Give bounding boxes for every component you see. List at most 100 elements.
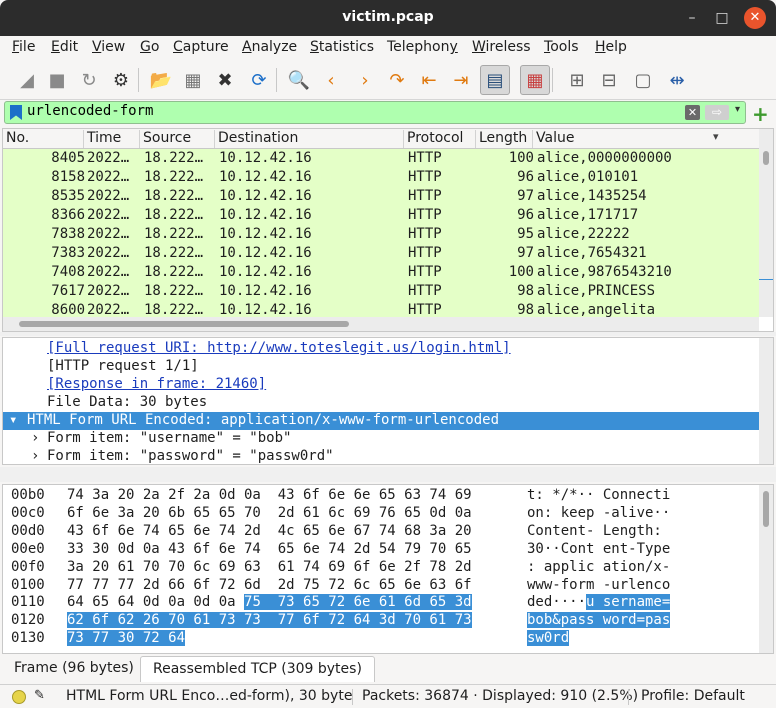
byte-ascii[interactable]: t: */*·· Connecti [527, 487, 670, 503]
close-button[interactable]: ✕ [744, 7, 766, 29]
menu-capture[interactable]: Capture [173, 39, 229, 55]
restart-capture-icon[interactable]: ↻ [74, 65, 104, 95]
packet-list-hscroll[interactable] [3, 317, 759, 331]
byte-ascii[interactable]: Content- Length: [527, 523, 670, 539]
details-line-selected[interactable]: ▾ HTML Form URL Encoded: application/x-ww… [3, 412, 759, 430]
maximize-button[interactable]: □ [712, 8, 732, 28]
menu-file[interactable]: File [12, 39, 35, 55]
bytes-vscroll[interactable] [759, 485, 773, 653]
column-header-destination[interactable]: Destination [214, 130, 298, 148]
menu-edit[interactable]: Edit [51, 39, 78, 55]
packet-row[interactable]: 8158 2022… 18.222… 10.12.42.16 HTTP 96 alice,0… [3, 168, 723, 187]
clear-filter-icon[interactable]: ✕ [685, 105, 700, 120]
pane-splitter[interactable] [0, 467, 776, 482]
apply-filter-button[interactable]: ⇨ [705, 105, 729, 120]
scroll-thumb[interactable] [19, 321, 349, 327]
filter-history-dropdown[interactable]: ▾ [735, 104, 740, 115]
scroll-thumb[interactable] [763, 491, 769, 527]
packet-bytes[interactable]: 00b0 74 3a 20 2a 2f 2a 0d 0a 43 6f 6e 6e … [2, 484, 774, 654]
packet-details[interactable]: [Full request URI: http://www.toteslegit… [2, 337, 774, 465]
packet-row[interactable]: 8535 2022… 18.222… 10.12.42.16 HTTP 97 alice,1… [3, 187, 723, 206]
reload-file-icon[interactable]: ⟳ [244, 65, 274, 95]
byte-ascii[interactable]: : applic ation/x- [527, 559, 670, 575]
minimize-button[interactable]: – [682, 8, 702, 28]
byte-hex[interactable]: 74 3a 20 2a 2f 2a 0d 0a 43 6f 6e 6e 65 6… [67, 487, 472, 503]
byte-hex[interactable]: 64 65 64 0d 0a 0d 0a [67, 594, 244, 610]
find-packet-icon[interactable]: 🔍 [284, 65, 314, 95]
menu-wireless[interactable]: Wireless [472, 39, 531, 55]
menu-analyze[interactable]: Analyze [242, 39, 297, 55]
go-forward-icon[interactable]: › [350, 65, 380, 95]
zoom-in-icon[interactable]: ⊞ [562, 65, 592, 95]
packet-list-vscroll[interactable] [759, 129, 773, 317]
byte-hex[interactable]: 3a 20 61 70 70 6c 69 63 61 74 69 6f 6e 2… [67, 559, 472, 575]
details-line[interactable]: File Data: 30 bytes [3, 394, 759, 412]
byte-hex[interactable]: 6f 6e 3a 20 6b 65 65 70 2d 61 6c 69 76 6… [67, 505, 472, 521]
byte-ascii-highlight[interactable]: u sername= [586, 594, 671, 611]
normal-size-icon[interactable]: ▢ [628, 65, 658, 95]
byte-hex[interactable]: 77 77 77 2d 66 6f 72 6d 2d 75 72 6c 65 6… [67, 577, 472, 593]
byte-ascii-highlight[interactable]: sw0rd [527, 630, 570, 647]
stop-capture-icon[interactable]: ■ [42, 65, 72, 95]
capture-options-icon[interactable]: ⚙ [106, 65, 136, 95]
details-line[interactable]: [HTTP request 1/1] [3, 358, 759, 376]
byte-ascii[interactable]: ded···· [527, 594, 586, 610]
expand-arrow-icon[interactable]: › [31, 430, 39, 446]
byte-ascii[interactable]: on: keep -alive·· [527, 505, 670, 521]
colorize-icon[interactable]: ▦ [520, 65, 550, 95]
go-back-icon[interactable]: ‹ [316, 65, 346, 95]
details-vscroll[interactable] [759, 338, 773, 464]
zoom-out-icon[interactable]: ⊟ [594, 65, 624, 95]
packet-row[interactable]: 7383 2022… 18.222… 10.12.42.16 HTTP 97 alice,7… [3, 244, 723, 263]
open-file-icon[interactable]: 📂 [146, 65, 176, 95]
packet-row[interactable]: 8405 2022… 18.222… 10.12.42.16 HTTP 100 alice,… [3, 149, 723, 168]
shark-fin-start-icon[interactable]: ◢ [12, 65, 42, 95]
details-link[interactable]: [Response in frame: 21460] [47, 376, 266, 392]
byte-hex-highlight[interactable]: 73 77 30 72 64 [67, 630, 186, 647]
go-last-icon[interactable]: ⇥ [446, 65, 476, 95]
go-first-icon[interactable]: ⇤ [414, 65, 444, 95]
column-header-time[interactable]: Time [83, 130, 121, 148]
save-file-icon[interactable]: ▦ [178, 65, 208, 95]
details-line[interactable]: › Form item: "password" = "passw0rd" [3, 448, 759, 464]
close-file-icon[interactable]: ✖ [210, 65, 240, 95]
details-line[interactable]: › Form item: "username" = "bob" [3, 430, 759, 448]
byte-ascii[interactable]: 30··Cont ent-Type [527, 541, 670, 557]
column-header-value[interactable]: Value [532, 130, 574, 148]
add-filter-button[interactable]: + [752, 102, 769, 126]
menu-go[interactable]: Go [140, 39, 159, 55]
pane-splitter[interactable] [0, 332, 776, 336]
bookmark-icon[interactable] [10, 105, 22, 120]
tab-frame[interactable]: Frame (96 bytes) [2, 656, 146, 682]
display-filter-bar[interactable]: urlencoded-form ✕ ⇨ ▾ [4, 101, 746, 124]
expert-info-icon[interactable] [12, 690, 26, 704]
packet-list[interactable]: No. Time Source Destination Protocol Length Va… [2, 128, 774, 332]
byte-ascii[interactable]: www-form -urlenco [527, 577, 670, 593]
byte-ascii-highlight[interactable]: bob&pass word=pas [527, 612, 671, 629]
filter-input[interactable]: urlencoded-form [27, 103, 153, 119]
byte-hex[interactable]: 43 6f 6e 74 65 6e 74 2d 4c 65 6e 67 74 6… [67, 523, 472, 539]
menu-tools[interactable]: Tools [544, 39, 579, 55]
details-link[interactable]: [Full request URI: http://www.toteslegit… [47, 340, 511, 356]
go-to-packet-icon[interactable]: ↷ [382, 65, 412, 95]
menu-telephony[interactable]: Telephony [387, 39, 458, 55]
expand-arrow-icon[interactable]: › [31, 448, 39, 464]
details-line[interactable]: [Full request URI: http://www.toteslegit… [3, 340, 759, 358]
tab-reassembled-tcp[interactable]: Reassembled TCP (309 bytes) [140, 656, 375, 682]
byte-hex-highlight[interactable]: 62 6f 62 26 70 61 73 73 77 6f 72 64 3d 7… [67, 612, 472, 629]
packet-row[interactable]: 7838 2022… 18.222… 10.12.42.16 HTTP 95 alice,2… [3, 225, 723, 244]
menu-help[interactable]: Help [595, 39, 627, 55]
column-header-no[interactable]: No. [3, 130, 29, 148]
column-header-length[interactable]: Length [475, 130, 527, 148]
autoscroll-icon[interactable]: ▤ [480, 65, 510, 95]
scroll-thumb[interactable] [763, 151, 769, 165]
packet-row[interactable]: 7408 2022… 18.222… 10.12.42.16 HTTP 100 alice,… [3, 263, 723, 282]
edit-comment-icon[interactable]: ✎ [34, 688, 45, 703]
status-profile[interactable]: Profile: Default [641, 688, 745, 704]
byte-hex-highlight[interactable]: 75 73 65 72 6e 61 6d 65 3d [244, 594, 472, 611]
column-header-protocol[interactable]: Protocol [403, 130, 463, 148]
packet-row[interactable]: 8366 2022… 18.222… 10.12.42.16 HTTP 96 alice,1… [3, 206, 723, 225]
collapse-arrow-icon[interactable]: ▾ [9, 412, 17, 428]
menu-view[interactable]: View [92, 39, 125, 55]
packet-row[interactable]: 7617 2022… 18.222… 10.12.42.16 HTTP 98 alice,P… [3, 282, 723, 301]
